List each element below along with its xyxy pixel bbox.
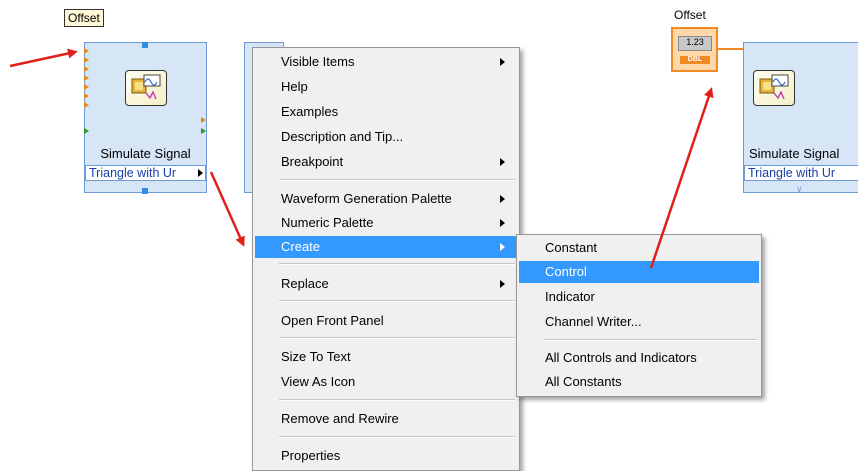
annotation-arrow [209,171,245,247]
annotation-arrow [9,48,78,68]
annotation-overlay [9,48,714,269]
annotation-arrow [649,87,714,269]
